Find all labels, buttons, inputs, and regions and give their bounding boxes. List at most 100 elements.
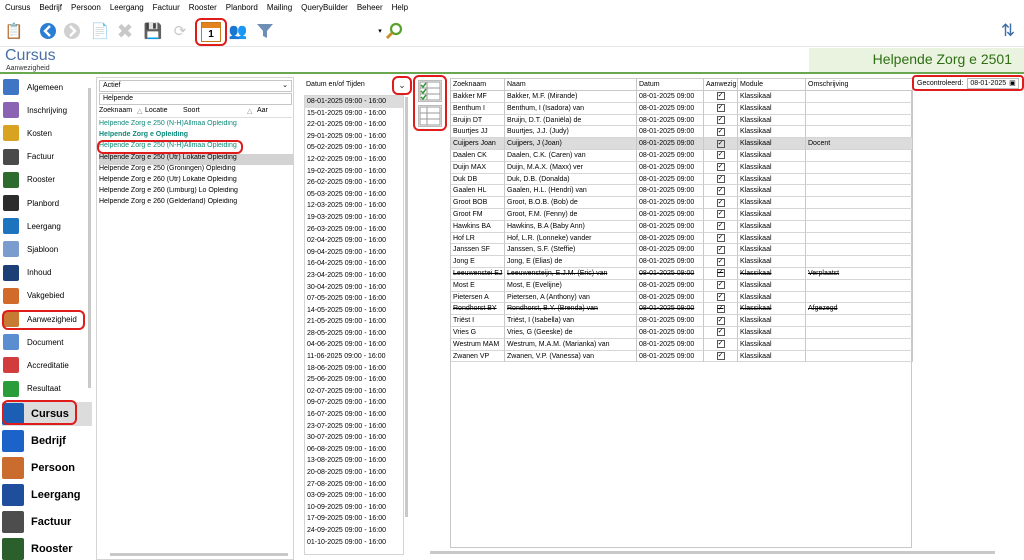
date-row[interactable]: 07-05-2025 09:00 - 16:00 [305, 293, 403, 305]
date-row[interactable]: 12-03-2025 09:00 - 16:00 [305, 200, 403, 212]
forward-button[interactable] [62, 21, 82, 41]
table-row[interactable]: Groot BOB Groot, B.O.B. (Bob) de 08-01-202… [451, 197, 913, 209]
date-row[interactable]: 02-04-2025 09:00 - 16:00 [305, 235, 403, 247]
date-row[interactable]: 13-08-2025 09:00 - 16:00 [305, 455, 403, 467]
aanwezig-checkbox[interactable]: ✓ [704, 291, 738, 304]
list-col-aar[interactable]: Aar [257, 107, 277, 117]
aanwezig-checkbox[interactable]: ✓ [704, 327, 738, 339]
nav-item-factuur[interactable]: Factuur [3, 146, 87, 168]
aanwezig-checkbox[interactable]: ✓ [704, 268, 738, 280]
date-row[interactable]: 17-09-2025 09:00 - 16:00 [305, 513, 403, 525]
menu-item-mailing[interactable]: Mailing [267, 3, 292, 12]
menu-item-planbord[interactable]: Planbord [226, 3, 258, 12]
table-row[interactable]: Jong E Jong, E (Elias) de 08-01-2025 09:00… [451, 256, 913, 268]
menu-item-beheer[interactable]: Beheer [357, 3, 383, 12]
date-row[interactable]: 26-03-2025 09:00 - 16:00 [305, 224, 403, 236]
date-row[interactable]: 30-04-2025 09:00 - 16:00 [305, 282, 403, 294]
aanwezig-checkbox[interactable]: ✓ [704, 303, 738, 316]
list-item[interactable]: Helpende Zorg e 260 (Limburg) Lo Opleidi… [99, 187, 294, 198]
date-row[interactable]: 06-08-2025 09:00 - 16:00 [305, 444, 403, 456]
aanwezig-checkbox[interactable]: ✓ [704, 114, 738, 127]
users-icon[interactable]: 👥 [228, 21, 248, 41]
date-row[interactable]: 20-08-2025 09:00 - 16:00 [305, 467, 403, 479]
nav-item-vakgebied[interactable]: Vakgebied [3, 285, 87, 307]
nav-item-kosten[interactable]: Kosten [3, 122, 87, 144]
table-row[interactable]: Rondhorst BY Rondhorst, B.Y. (Brenda) van… [451, 303, 913, 316]
status-select[interactable]: Actief ⌄ [99, 80, 292, 92]
calendar-button[interactable]: 1 [195, 18, 227, 46]
table-row[interactable]: Duk DB Duk, D.B. (Donalda) 08-01-2025 09:0… [451, 173, 913, 186]
nav-item-accreditatie[interactable]: Accreditatie [3, 354, 87, 376]
grid-col-aanwezig[interactable]: Aanwezig [704, 79, 738, 90]
aanwezig-checkbox[interactable]: ✓ [704, 256, 738, 268]
list-item[interactable]: Helpende Zorg e 260 (Utr) Lokatie Opleid… [99, 176, 294, 187]
nav-scrollbar[interactable] [88, 88, 91, 388]
aanwezig-checkbox[interactable]: ✓ [704, 197, 738, 209]
date-row[interactable]: 26-02-2025 09:00 - 16:00 [305, 177, 403, 189]
checked-grid-button[interactable] [418, 80, 442, 102]
date-row[interactable]: 02-07-2025 09:00 - 16:00 [305, 386, 403, 398]
table-row[interactable]: Vries G Vries, G (Geeske) de 08-01-2025 09… [451, 327, 913, 339]
list-col-soort[interactable]: Soort [183, 107, 247, 117]
delete-icon[interactable]: ✖ [115, 21, 135, 43]
aanwezig-checkbox[interactable]: ✓ [704, 91, 738, 103]
table-row[interactable]: Janssen SF Janssen, S.F. (Steffie) 08-01-2… [451, 244, 913, 257]
aanwezig-checkbox[interactable]: ✓ [704, 350, 738, 363]
date-row[interactable]: 21-05-2025 09:00 - 16:00 [305, 316, 403, 328]
date-row[interactable]: 09-04-2025 09:00 - 16:00 [305, 247, 403, 259]
date-row[interactable]: 16-04-2025 09:00 - 16:00 [305, 258, 403, 270]
nav-item-algemeen[interactable]: Algemeen [3, 76, 87, 98]
module-item-persoon[interactable]: Persoon [2, 456, 92, 480]
aanwezig-checkbox[interactable]: ✓ [704, 232, 738, 245]
back-button[interactable] [38, 21, 58, 41]
table-row[interactable]: Bruijn DT Bruijn, D.T. (Daniëla) de 08-01-… [451, 114, 913, 127]
date-row[interactable]: 23-07-2025 09:00 - 16:00 [305, 421, 403, 433]
table-row[interactable]: Daalen CK Daalen, C.K. (Caren) van 08-01-2… [451, 150, 913, 162]
table-row[interactable]: Hawkins BA Hawkins, B.A (Baby Ann) 08-01-2… [451, 220, 913, 233]
date-row[interactable]: 05-02-2025 09:00 - 16:00 [305, 142, 403, 154]
sync-icon[interactable]: ⇅ [998, 21, 1018, 41]
list-item[interactable]: Helpende Zorg e 250 (Groningen) Opleidin… [99, 165, 294, 176]
nav-item-planbord[interactable]: Planbord [3, 192, 87, 214]
table-row[interactable]: Zwanen VP Zwanen, V.P. (Vanessa) van 08-01… [451, 350, 913, 363]
grid-col-datum[interactable]: Datum [637, 79, 704, 90]
aanwezig-checkbox[interactable]: ✓ [704, 173, 738, 186]
dates-dropdown-button[interactable]: ⌄ [392, 76, 412, 95]
module-item-bedrijf[interactable]: Bedrijf [2, 429, 92, 453]
nav-item-document[interactable]: Document [3, 331, 87, 353]
filter-input[interactable]: Helpende [99, 93, 292, 105]
date-row[interactable]: 01-10-2025 09:00 - 16:00 [305, 537, 403, 549]
date-row[interactable]: 03-09-2025 09:00 - 16:00 [305, 490, 403, 502]
module-item-leergang[interactable]: Leergang [2, 483, 92, 507]
table-row[interactable]: Leeuwenstei EJ Leeuwensteijn, E.J.M. (Eri… [451, 268, 913, 280]
list-hscrollbar[interactable] [110, 553, 288, 556]
list-item[interactable]: Helpende Zorg e 260 (Gelderland) Opleidi… [99, 198, 294, 209]
aanwezig-checkbox[interactable]: ✓ [704, 126, 738, 139]
table-row[interactable]: Groot FM Groot, F.M. (Fenny) de 08-01-2025… [451, 209, 913, 221]
menu-item-leergang[interactable]: Leergang [110, 3, 144, 12]
grid-col-naam[interactable]: Naam [505, 79, 637, 90]
date-row[interactable]: 25-06-2025 09:00 - 16:00 [305, 374, 403, 386]
date-row[interactable]: 18-06-2025 09:00 - 16:00 [305, 363, 403, 375]
table-row[interactable]: Pietersen A Pietersen, A (Anthony) van 08-… [451, 291, 913, 304]
date-row[interactable]: 04-06-2025 09:00 - 16:00 [305, 339, 403, 351]
aanwezig-checkbox[interactable]: ✓ [704, 220, 738, 233]
table-row[interactable]: Cuijpers Joan Cuijpers, J (Joan) 08-01-202… [451, 138, 913, 150]
aanwezig-checkbox[interactable]: ✓ [704, 315, 738, 327]
empty-grid-button[interactable] [418, 105, 442, 127]
new-document-icon[interactable]: 📄 [90, 21, 110, 41]
nav-item-leergang[interactable]: Leergang [3, 215, 87, 237]
nav-item-inhoud[interactable]: Inhoud [3, 262, 87, 284]
aanwezig-checkbox[interactable]: ✓ [704, 338, 738, 351]
table-row[interactable]: Gaalen HL Gaalen, H.L. (Hendri) van 08-01-… [451, 185, 913, 198]
date-row[interactable]: 27-08-2025 09:00 - 16:00 [305, 479, 403, 491]
date-row[interactable]: 23-04-2025 09:00 - 16:00 [305, 270, 403, 282]
module-item-factuur[interactable]: Factuur [2, 510, 92, 534]
date-row[interactable]: 19-03-2025 09:00 - 16:00 [305, 212, 403, 224]
date-row[interactable]: 08-01-2025 09:00 - 16:00 [305, 96, 403, 108]
table-row[interactable]: Benthum I Benthum, I (Isadora) van 08-01-2… [451, 102, 913, 115]
aanwezig-checkbox[interactable]: ✓ [704, 138, 738, 150]
refresh-icon[interactable]: ⟳ [170, 21, 190, 41]
filter-icon[interactable] [255, 21, 275, 41]
table-row[interactable]: Westrum MAM Westrum, M.A.M. (Marianka) va… [451, 338, 913, 351]
